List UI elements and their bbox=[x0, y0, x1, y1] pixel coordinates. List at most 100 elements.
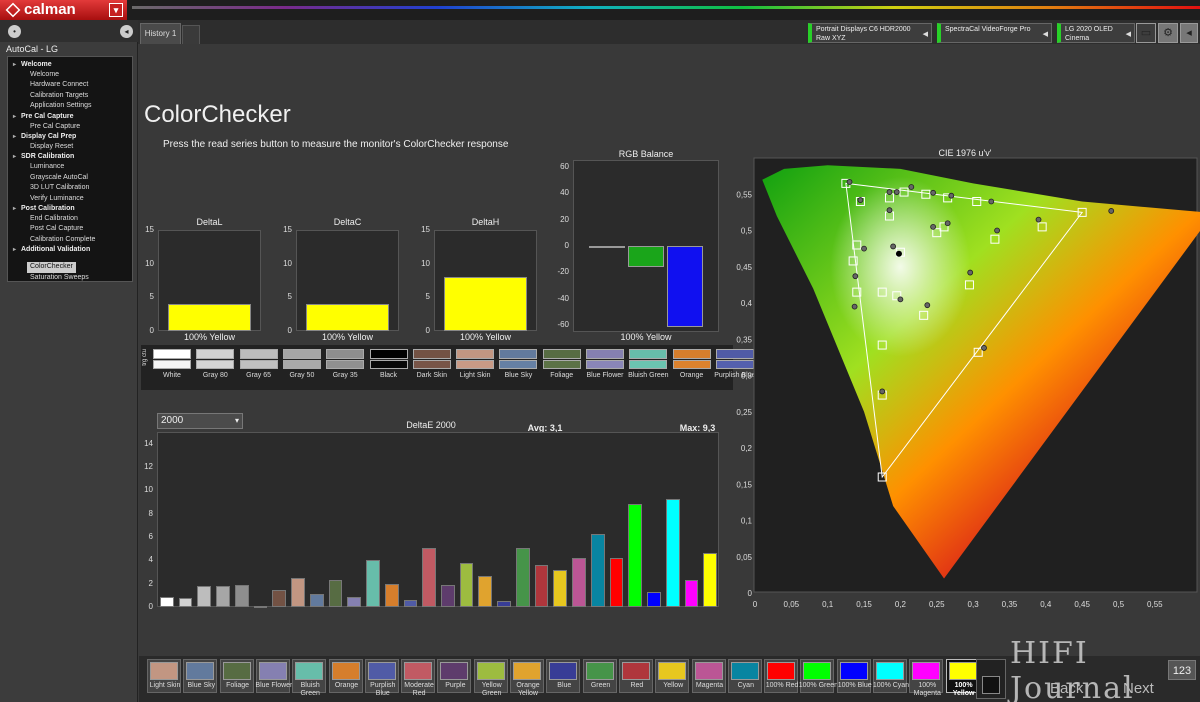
y-tick-label: 5 bbox=[425, 292, 430, 302]
deltae-bar bbox=[665, 498, 680, 607]
patch-label: Blue Flower bbox=[255, 682, 293, 689]
patch-button[interactable]: 100% Magenta bbox=[909, 659, 944, 697]
workflow-item[interactable]: 3D LUT Calibration bbox=[8, 183, 132, 193]
patch-button[interactable]: Purple bbox=[437, 659, 472, 693]
rgb-triplet-readout: RGB Triplet: 235, 235, 16 bbox=[1042, 574, 1178, 588]
menu-chevron-icon[interactable]: ▾ bbox=[109, 3, 123, 17]
patch-button[interactable]: Red bbox=[618, 659, 653, 693]
calman-logo-icon bbox=[5, 2, 21, 18]
colorchecker-swatch[interactable] bbox=[326, 349, 365, 369]
swatch-actual bbox=[629, 360, 668, 369]
display-selector[interactable]: LG 2020 OLED Cinema ◀ bbox=[1057, 23, 1135, 43]
patch-label: Purple bbox=[445, 682, 466, 689]
workflow-item[interactable]: Luminance bbox=[8, 162, 132, 172]
colorchecker-swatch[interactable] bbox=[542, 349, 581, 369]
workflow-item-row: ColorChecker bbox=[8, 255, 132, 273]
colorchecker-swatch[interactable] bbox=[369, 349, 408, 369]
workflow-item[interactable]: Hardware Connect bbox=[8, 80, 132, 90]
display-control-icon[interactable]: ▭ bbox=[1136, 23, 1156, 43]
patch-button[interactable]: Light Skin bbox=[147, 659, 181, 693]
patch-label: Bluish Green bbox=[300, 682, 320, 697]
deltae-formula-select[interactable]: 2000 ▾ bbox=[157, 413, 243, 429]
patch-button[interactable]: Yellow bbox=[655, 659, 690, 693]
workflow-group[interactable]: Welcome bbox=[8, 60, 132, 70]
delta-bar bbox=[444, 277, 527, 331]
workflow-item[interactable]: Calibration Targets bbox=[8, 91, 132, 101]
deltae-bar bbox=[515, 547, 530, 607]
workflow-item[interactable]: Grayscale AutoCal bbox=[8, 173, 132, 183]
y-tick-label: 10 bbox=[144, 485, 153, 495]
colorchecker-swatch[interactable] bbox=[629, 349, 668, 369]
workflow-item[interactable]: Post Cal Capture bbox=[8, 224, 132, 234]
patch-button[interactable]: Purplish Blue bbox=[364, 659, 399, 697]
patch-button[interactable]: Green bbox=[582, 659, 617, 693]
patch-button[interactable]: 100% Cyan bbox=[873, 659, 909, 693]
patch-button[interactable]: Blue Flower bbox=[255, 659, 292, 693]
y-tick-label: 10 bbox=[283, 258, 292, 268]
help-icon[interactable]: ◂ bbox=[1180, 23, 1198, 43]
workflow-item[interactable]: Application Settings bbox=[8, 101, 132, 111]
patch-button[interactable]: Blue bbox=[546, 659, 581, 693]
colorchecker-swatch[interactable] bbox=[153, 349, 191, 369]
colorchecker-swatch[interactable] bbox=[715, 349, 754, 369]
patch-button[interactable]: 100% Green bbox=[799, 659, 838, 693]
tab-history-1[interactable]: History 1 bbox=[140, 23, 181, 44]
patch-label: Yellow Green bbox=[481, 682, 502, 697]
workflow-item[interactable]: Pre Cal Capture bbox=[8, 122, 132, 132]
colorchecker-swatch[interactable] bbox=[239, 349, 278, 369]
read-series-button[interactable] bbox=[976, 659, 1006, 699]
workflow-item[interactable]: Display Reset bbox=[8, 142, 132, 152]
patch-button[interactable]: 100% Blue bbox=[836, 659, 872, 693]
patch-color bbox=[585, 662, 614, 680]
back-button[interactable]: Back bbox=[1050, 680, 1083, 697]
colorchecker-swatch[interactable] bbox=[499, 349, 538, 369]
swatch-actual bbox=[282, 360, 321, 369]
workflow-group[interactable]: Post Calibration bbox=[8, 204, 132, 214]
workflow-group[interactable]: Additional Validation bbox=[8, 245, 132, 255]
workflow-item[interactable]: ColorChecker bbox=[27, 262, 76, 273]
patch-button[interactable]: Yellow Green bbox=[473, 659, 508, 697]
workflow-group[interactable]: SDR Calibration bbox=[8, 152, 132, 162]
colorchecker-swatch[interactable] bbox=[456, 349, 495, 369]
calman-logo[interactable]: calman ▾ bbox=[0, 0, 127, 20]
colorchecker-swatch[interactable] bbox=[282, 349, 321, 369]
sidebar-pin-icon[interactable]: • bbox=[8, 25, 21, 38]
deltae-bar bbox=[459, 562, 474, 607]
chevron-down-icon: ◀ bbox=[922, 31, 928, 38]
rgb-balance-title: RGB Balance bbox=[618, 149, 674, 159]
workflow-group[interactable]: Pre Cal Capture bbox=[8, 112, 132, 122]
y-tick-label: -40 bbox=[557, 293, 569, 303]
patch-button[interactable]: Moderate Red bbox=[401, 659, 436, 697]
patch-button[interactable]: Orange bbox=[328, 659, 363, 693]
workflow-item[interactable]: Calibration Complete bbox=[8, 235, 132, 245]
colorchecker-swatch[interactable] bbox=[672, 349, 711, 369]
patch-button[interactable]: Magenta bbox=[691, 659, 726, 693]
patch-button[interactable]: 100% Yellow bbox=[945, 659, 980, 697]
swatch-label: Gray 80 bbox=[202, 372, 228, 379]
swatch-actual bbox=[326, 360, 365, 369]
colorchecker-swatch[interactable] bbox=[586, 349, 624, 369]
settings-gear-icon[interactable]: ⚙ bbox=[1158, 23, 1178, 43]
colorchecker-swatch[interactable] bbox=[412, 349, 451, 369]
patch-button[interactable]: Orange Yellow bbox=[510, 659, 544, 697]
patch-button[interactable]: Blue Sky bbox=[183, 659, 218, 693]
patch-button[interactable]: Cyan bbox=[727, 659, 762, 693]
workflow-item[interactable]: Saturation Sweeps bbox=[8, 273, 132, 283]
patch-button[interactable]: Bluish Green bbox=[292, 659, 327, 697]
next-button[interactable]: Next bbox=[1123, 680, 1154, 697]
patch-button[interactable]: 100% Red bbox=[764, 659, 798, 693]
generator-selector[interactable]: SpectraCal VideoForge Pro ◀ bbox=[937, 23, 1052, 43]
workflow-item[interactable]: Welcome bbox=[8, 70, 132, 80]
patch-color bbox=[549, 662, 578, 680]
meter-selector[interactable]: Portrait Displays C6 HDR2000 Raw XYZ ◀ bbox=[808, 23, 932, 43]
deltae-bar bbox=[347, 596, 362, 607]
deltae-bar bbox=[422, 547, 436, 607]
workflow-item[interactable]: End Calibration bbox=[8, 214, 132, 224]
workflow-group[interactable]: Display Cal Prep bbox=[8, 132, 132, 142]
colorchecker-swatch[interactable] bbox=[196, 349, 235, 369]
patch-button[interactable]: Foliage bbox=[219, 659, 254, 693]
workflow-item[interactable]: Verify Luminance bbox=[8, 194, 132, 204]
sidebar-collapse-icon[interactable]: ◂ bbox=[120, 25, 133, 38]
deltae-bar bbox=[178, 597, 193, 607]
add-tab-button[interactable] bbox=[182, 25, 200, 44]
